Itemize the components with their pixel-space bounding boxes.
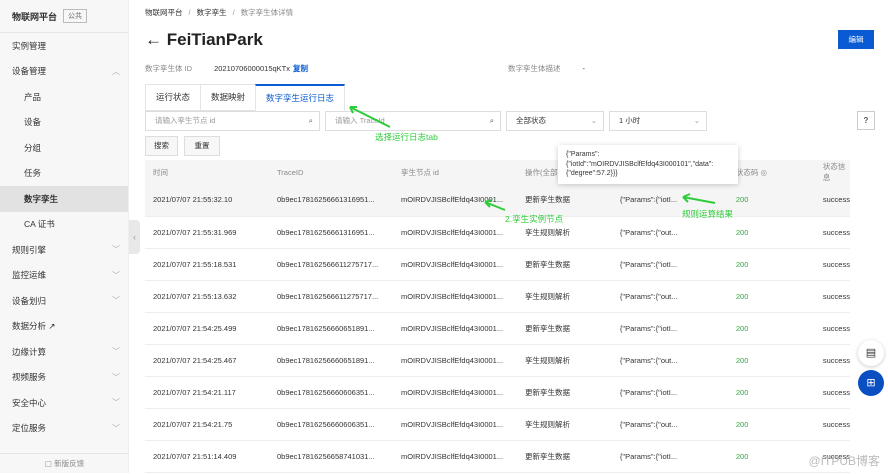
- arrow-tab: [349, 106, 391, 128]
- annotation-result: 规则运算结果: [682, 209, 734, 219]
- annotation-arrows: [349, 106, 716, 211]
- annotation-node: 2.孪生实例节点: [505, 214, 564, 224]
- annotation-tab: 选择运行日志tab: [375, 132, 438, 142]
